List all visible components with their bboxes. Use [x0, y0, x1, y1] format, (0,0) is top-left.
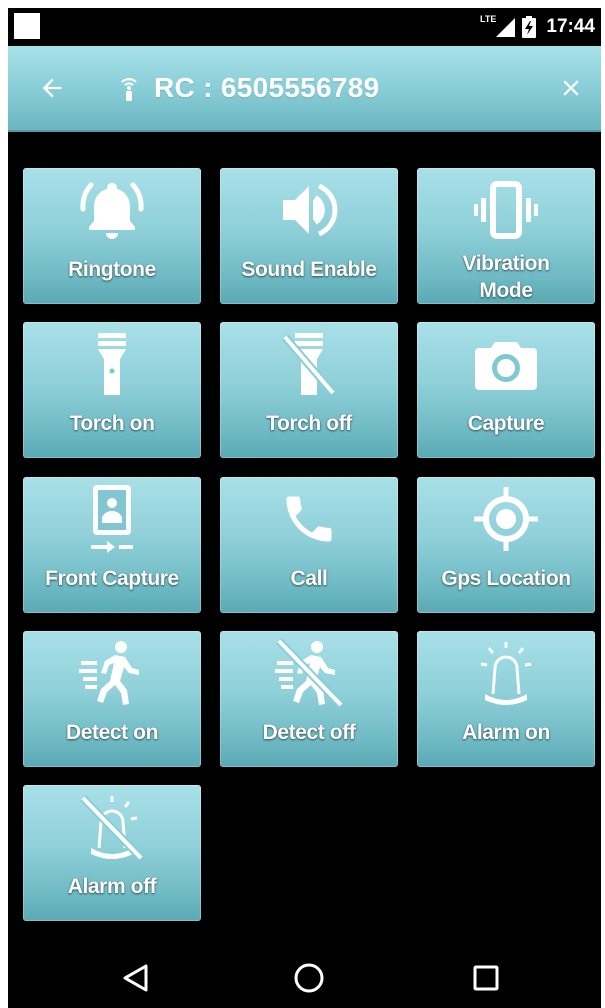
tile-label: Alarm off [67, 875, 157, 898]
nav-home-button[interactable] [289, 958, 329, 998]
tile-label: Torch off [266, 412, 352, 435]
front-capture-button[interactable]: Front Capture [23, 477, 201, 613]
close-button[interactable] [551, 68, 591, 108]
tile-label: Alarm on [462, 721, 550, 744]
notification-icon [14, 13, 40, 39]
ringtone-button[interactable]: Ringtone [23, 168, 201, 304]
tile-label: Detect off [262, 721, 356, 744]
phone-screen: LTE 17:44 RC : 6505556789 Ringtone Sound… [8, 8, 601, 1008]
nav-recents-button[interactable] [466, 958, 506, 998]
navigation-bar [8, 946, 601, 1008]
page-title: RC : 6505556789 [154, 72, 380, 103]
network-type: LTE [480, 14, 497, 24]
siren-off-icon [80, 795, 144, 861]
tile-label: Call [290, 567, 328, 590]
sound-enable-button[interactable]: Sound Enable [220, 168, 398, 304]
front-camera-icon [91, 485, 133, 553]
bell-ringing-icon [80, 182, 144, 239]
remote-signal-icon [121, 78, 137, 101]
alarm-on-button[interactable]: Alarm on [417, 631, 595, 767]
tile-label: Capture [467, 412, 545, 435]
nav-back-icon [123, 964, 148, 992]
back-button[interactable] [32, 68, 72, 108]
status-indicators: LTE 17:44 [480, 8, 595, 46]
status-bar: LTE 17:44 [8, 8, 601, 46]
tile-label: Torch on [69, 412, 155, 435]
vibration-mode-button[interactable]: Vibration Mode [417, 168, 595, 304]
tile-label: Front Capture [45, 567, 179, 590]
torch-off-button[interactable]: Torch off [220, 322, 398, 458]
app-bar: RC : 6505556789 [8, 46, 601, 132]
capture-button[interactable]: Capture [417, 322, 595, 458]
siren-icon [480, 642, 532, 705]
flashlight-off-icon [281, 333, 337, 396]
tile-label: Ringtone [68, 258, 156, 281]
title-group: RC : 6505556789 [118, 46, 380, 130]
gps-location-button[interactable]: Gps Location [417, 477, 595, 613]
tile-label: Detect on [65, 721, 159, 744]
call-button[interactable]: Call [220, 477, 398, 613]
running-person-icon [79, 641, 139, 705]
nav-recents-icon [473, 965, 499, 991]
clock: 17:44 [546, 16, 595, 37]
vibrate-icon [474, 181, 538, 239]
speaker-icon [283, 183, 338, 237]
tile-label: Gps Location [441, 567, 571, 590]
close-icon [563, 80, 579, 96]
flashlight-icon [98, 333, 126, 395]
detect-on-button[interactable]: Detect on [23, 631, 201, 767]
torch-on-button[interactable]: Torch on [23, 322, 201, 458]
tile-label: Sound Enable [241, 258, 377, 281]
alarm-off-button[interactable]: Alarm off [23, 785, 201, 921]
signal-icon [496, 18, 516, 37]
camera-icon [475, 342, 537, 390]
phone-icon [286, 496, 332, 542]
tile-label: Vibration Mode [462, 252, 550, 302]
nav-back-button[interactable] [116, 958, 156, 998]
gps-fixed-icon [474, 487, 538, 551]
arrow-left-icon [42, 78, 62, 98]
detect-off-button[interactable]: Detect off [220, 631, 398, 767]
nav-home-icon [294, 963, 324, 993]
battery-charging-icon [522, 16, 537, 38]
running-person-off-icon [275, 638, 344, 708]
